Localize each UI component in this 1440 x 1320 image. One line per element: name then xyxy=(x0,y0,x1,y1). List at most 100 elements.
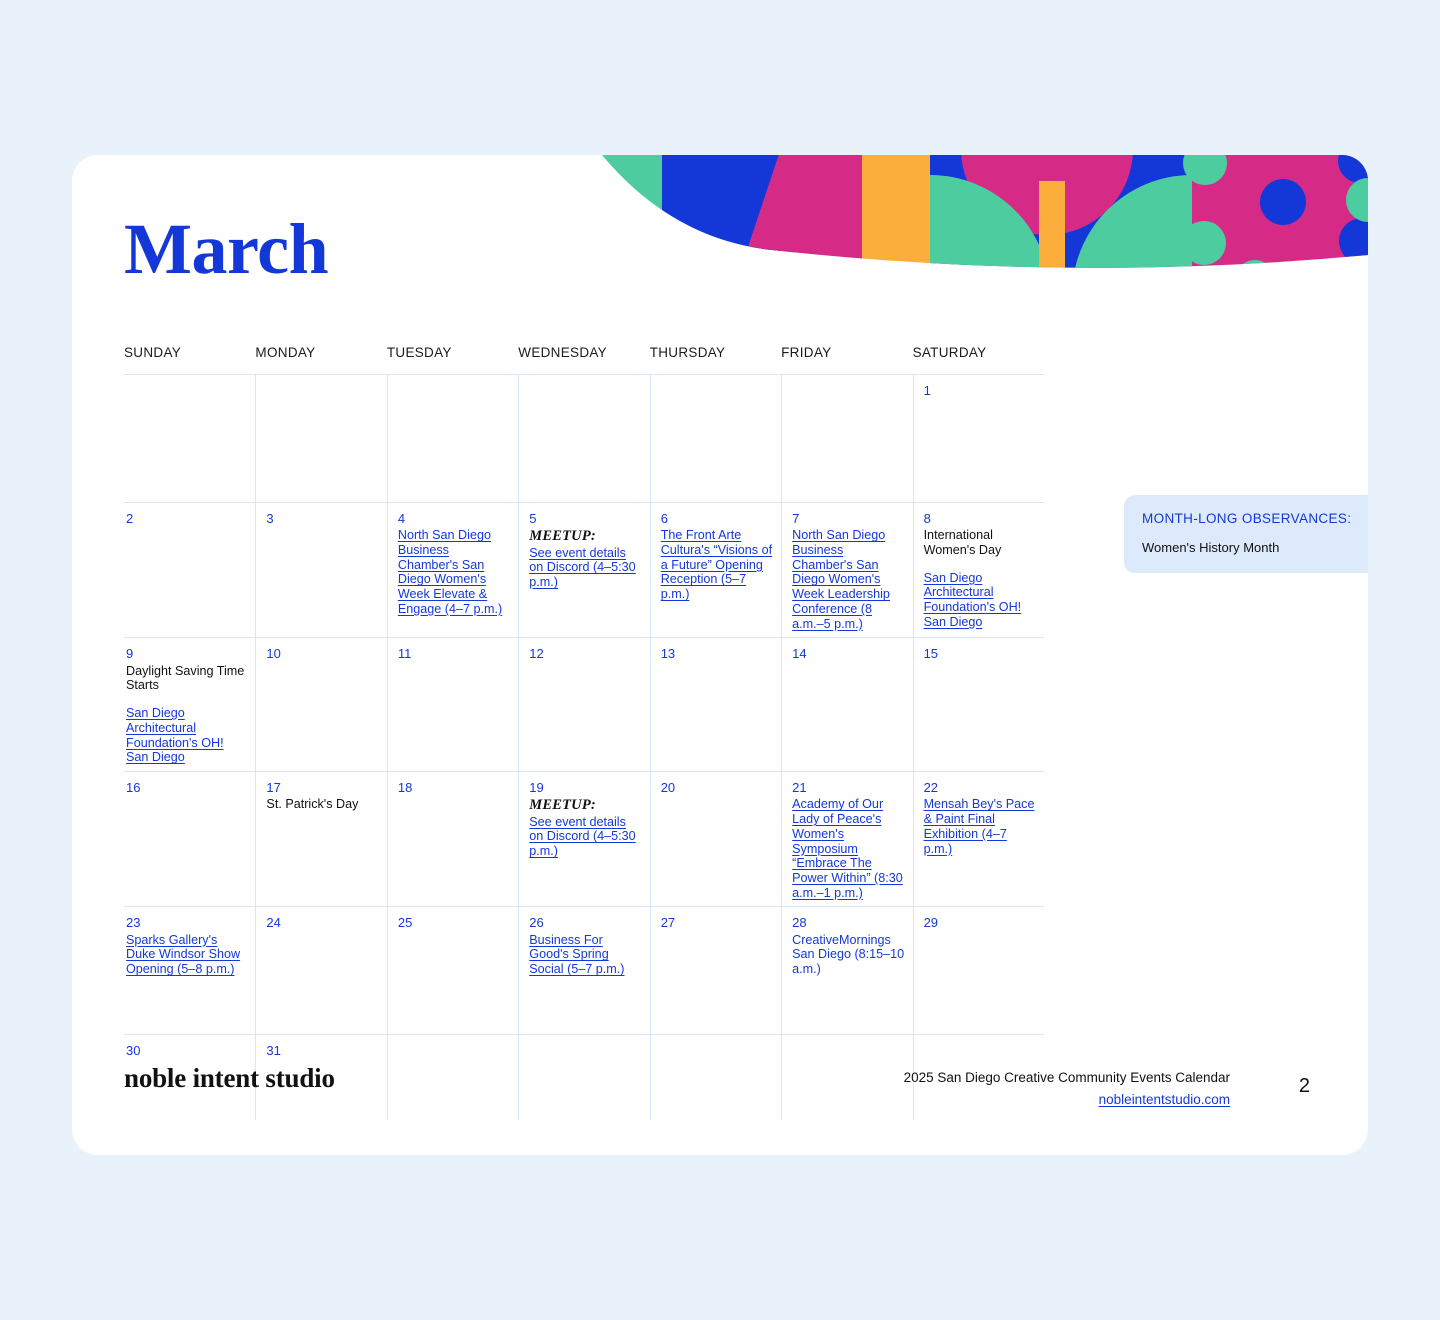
calendar-grid: SUNDAY MONDAY TUESDAY WEDNESDAY THURSDAY FRID… xyxy=(124,345,1044,1121)
day-cell-empty xyxy=(518,374,650,502)
day-number: 20 xyxy=(660,780,676,796)
event-link[interactable]: The Front Arte Cultura's “Visions of a F… xyxy=(661,528,773,602)
event-link[interactable]: North San Diego Business Chamber's San D… xyxy=(792,528,904,631)
event-link[interactable]: San Diego Architectural Foundation's OH!… xyxy=(924,571,1036,630)
weekday-header-thursday: THURSDAY xyxy=(649,345,726,360)
event-text: Daylight Saving Time Starts xyxy=(126,663,245,693)
footer-meta: 2025 San Diego Creative Community Events… xyxy=(904,1067,1230,1110)
calendar-name: 2025 San Diego Creative Community Events… xyxy=(903,1070,1230,1085)
weekday-header-wednesday: WEDNESDAY xyxy=(518,345,607,360)
day-number: 26 xyxy=(529,915,544,931)
day-number: 4 xyxy=(397,511,406,526)
day-cell-8: 8 International Women's Day San Diego Arch… xyxy=(912,502,1044,638)
day-number: 27 xyxy=(660,915,676,931)
weekday-header-tuesday: TUESDAY xyxy=(386,345,452,360)
day-number: 23 xyxy=(126,915,141,931)
event-link[interactable]: Business For Good's Spring Social (5–7 p… xyxy=(529,933,641,977)
day-number: 7 xyxy=(792,511,800,526)
event-text: International Women's Day xyxy=(923,528,1002,557)
day-cell-empty xyxy=(781,374,913,502)
day-cell-28: 28 CreativeMornings San Diego (8:15–10 a.… xyxy=(781,906,913,1035)
day-number: 3 xyxy=(266,511,274,526)
day-number: 11 xyxy=(397,646,412,662)
event-link[interactable]: Academy of Our Lady of Peace's Women's S… xyxy=(792,797,904,900)
day-number: 8 xyxy=(923,511,931,526)
day-cell-22: 22 Mensah Bey's Pace & Paint Final Exhibi… xyxy=(912,771,1044,907)
event-text: St. Patrick's Day xyxy=(266,797,359,812)
event-text: MEETUP: xyxy=(529,797,596,814)
event-text: CreativeMornings San Diego (8:15–10 a.m.… xyxy=(792,932,905,977)
day-cell-empty xyxy=(649,1034,782,1121)
day-cell-19: 19 MEETUP: See event details on Discord (4… xyxy=(518,771,650,907)
day-number: 18 xyxy=(397,780,413,796)
day-number: 16 xyxy=(126,780,141,796)
day-cell-4: 4 North San Diego Business Chamber's San … xyxy=(386,502,519,638)
observance-item: Women's History Month xyxy=(1142,540,1280,555)
event-link[interactable]: San Diego Architectural Foundation's OH!… xyxy=(126,706,247,765)
event-link[interactable]: See event details on Discord (4–5:30 p.m… xyxy=(529,546,641,590)
day-number: 10 xyxy=(266,646,281,662)
day-cell-17: 17 St. Patrick's Day xyxy=(255,771,387,907)
calendar-card: March SUNDAY MONDAY TUESDAY WEDNESDAY THURSD… xyxy=(72,155,1368,1155)
day-cell-empty xyxy=(124,374,256,502)
studio-logo: noble intent studio xyxy=(124,1063,335,1093)
day-cell-9: 9 Daylight Saving Time Starts San Diego Ar… xyxy=(124,637,256,771)
page-number: 2 xyxy=(1298,1075,1310,1097)
day-cell-20: 20 xyxy=(649,771,782,907)
day-cell-23: 23 Sparks Gallery's Duke Windsor Show Ope… xyxy=(124,906,256,1034)
day-cell-empty xyxy=(649,374,782,502)
day-number: 13 xyxy=(660,646,676,662)
day-cell-6: 6 The Front Arte Cultura's “Visions of a … xyxy=(649,502,782,638)
calendar-weeks: 1 2 3 4 North San Diego Business Chamber's S… xyxy=(124,374,1044,1121)
day-cell-29: 29 xyxy=(912,906,1044,1035)
day-number: 25 xyxy=(397,915,413,931)
day-number: 29 xyxy=(923,915,939,931)
weekday-header-saturday: SATURDAY xyxy=(912,345,987,360)
day-number: 19 xyxy=(529,780,544,796)
day-cell-empty xyxy=(386,374,519,502)
day-cell-10: 10 xyxy=(255,637,387,772)
day-cell-7: 7 North San Diego Business Chamber's San … xyxy=(781,502,913,638)
day-cell-27: 27 xyxy=(649,906,782,1035)
day-number: 17 xyxy=(266,780,281,796)
weekday-header-row: SUNDAY MONDAY TUESDAY WEDNESDAY THURSDAY FRID… xyxy=(124,345,1044,374)
day-cell-11: 11 xyxy=(386,637,519,772)
day-cell-21: 21 Academy of Our Lady of Peace's Women's… xyxy=(781,771,913,907)
day-number: 30 xyxy=(126,1043,141,1059)
weekday-header-sunday: SUNDAY xyxy=(124,345,182,360)
event-link[interactable]: See event details on Discord (4–5:30 p.m… xyxy=(529,815,641,859)
month-long-observances-box: MONTH-LONG OBSERVANCES: Women's History … xyxy=(1124,495,1368,573)
weekday-header-friday: FRIDAY xyxy=(781,345,832,360)
day-cell-26: 26 Business For Good's Spring Social (5–7… xyxy=(518,906,650,1035)
day-cell-empty xyxy=(255,374,387,502)
page-title: March xyxy=(124,209,329,289)
day-number: 12 xyxy=(529,646,544,662)
event-link[interactable]: Mensah Bey's Pace & Paint Final Exhibiti… xyxy=(924,797,1036,856)
day-cell-15: 15 xyxy=(912,637,1044,772)
event-text: MEETUP: xyxy=(529,528,596,545)
day-number: 21 xyxy=(792,780,807,796)
day-cell-16: 16 xyxy=(124,771,256,906)
calendar-page: March SUNDAY MONDAY TUESDAY WEDNESDAY THURSD… xyxy=(0,0,1440,1320)
day-cell-2: 2 xyxy=(124,502,256,637)
day-number: 9 xyxy=(126,646,134,662)
day-cell-5: 5 MEETUP: See event details on Discord (4–… xyxy=(518,502,650,638)
day-number: 24 xyxy=(266,915,281,931)
day-cell-25: 25 xyxy=(386,906,519,1035)
event-link[interactable]: Sparks Gallery's Duke Windsor Show Openi… xyxy=(126,933,247,977)
day-cell-18: 18 xyxy=(386,771,519,907)
day-cell-1: 1 xyxy=(912,374,1044,502)
day-number: 22 xyxy=(923,780,939,796)
website-link[interactable]: nobleintentstudio.com xyxy=(1099,1089,1230,1111)
day-number: 1 xyxy=(923,383,931,398)
day-cell-12: 12 xyxy=(518,637,650,772)
day-cell-14: 14 xyxy=(781,637,913,772)
day-number: 2 xyxy=(126,511,134,526)
day-cell-13: 13 xyxy=(649,637,782,772)
day-number: 14 xyxy=(792,646,807,662)
event-link[interactable]: North San Diego Business Chamber's San D… xyxy=(398,528,510,616)
day-cell-24: 24 xyxy=(255,906,387,1035)
day-cell-empty xyxy=(781,1034,913,1121)
day-number: 6 xyxy=(660,511,668,526)
day-number: 15 xyxy=(923,646,939,662)
